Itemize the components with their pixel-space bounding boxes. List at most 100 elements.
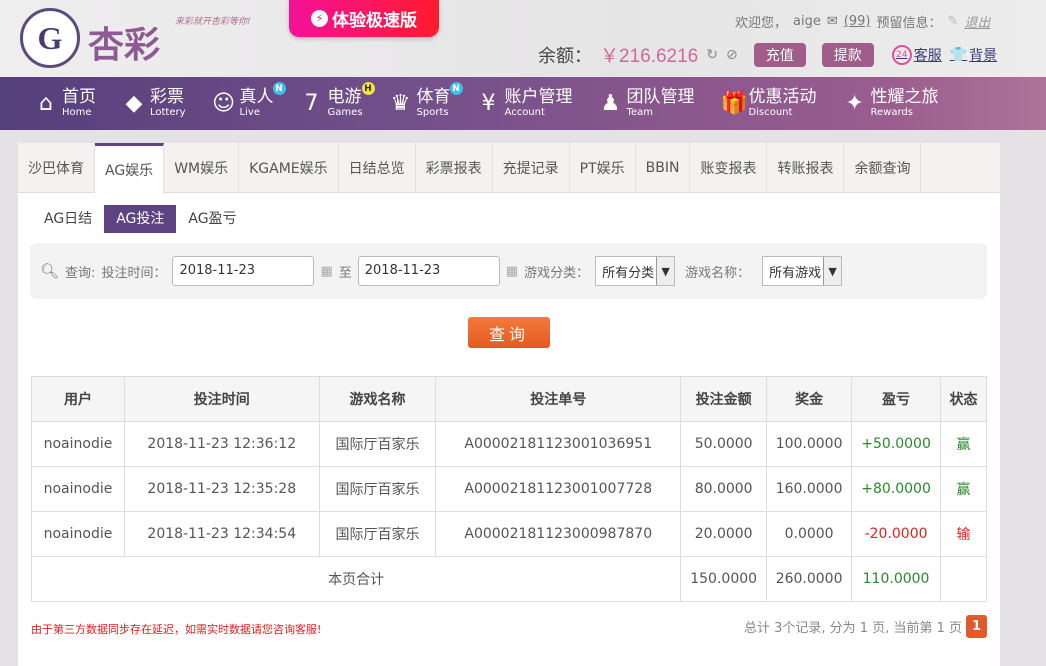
hide-icon[interactable]: ⊘ xyxy=(726,47,738,63)
table-row: noainodie 2018-11-23 12:34:54 国际厅百家乐 A00002… xyxy=(31,511,987,557)
delay-notice: 由于第三方数据同步存在延迟，如需实时数据请您咨询客服! xyxy=(31,623,322,636)
nav-sublabel: Lottery xyxy=(150,107,186,118)
nav-label: 账户管理 xyxy=(504,87,573,107)
tab-10[interactable]: 转账报表 xyxy=(767,143,845,192)
table-cell: 2018-11-23 12:36:12 xyxy=(123,421,320,467)
column-header: 状态 xyxy=(940,376,987,422)
slogan: 来彩就开杏彩等你! xyxy=(175,17,251,27)
table-cell: 100.0000 xyxy=(766,421,853,467)
nav-item-games[interactable]: 7 电游 Games H xyxy=(300,77,375,130)
column-header: 盈亏 xyxy=(851,376,942,422)
tab-11[interactable]: 余额查询 xyxy=(844,143,922,192)
mail-icon[interactable]: ✉ xyxy=(827,14,838,29)
shirt-icon: 👕 xyxy=(949,46,968,63)
table-cell: 2018-11-23 12:35:28 xyxy=(123,466,320,512)
balance-value: ￥216.6216 xyxy=(600,46,699,67)
tab-7[interactable]: PT娱乐 xyxy=(570,143,636,192)
game-name-value: 所有游戏 xyxy=(769,265,822,281)
main-nav: ⌂ 首页 Home ◆ 彩票 Lottery ☺ 真人 Live N 7 电游 Games H ♛ 体育 Spo… xyxy=(0,77,1046,130)
nav-label: 电游 xyxy=(327,87,362,107)
background-link[interactable]: 👕 背景 xyxy=(950,45,997,65)
subtab-ag-bets[interactable]: AG投注 xyxy=(104,205,177,233)
nav-item-discount[interactable]: 🎁 优惠活动 Discount xyxy=(721,77,817,130)
tab-6[interactable]: 充提记录 xyxy=(493,143,570,192)
nav-label: 首页 xyxy=(62,87,96,107)
account-icon: ¥ xyxy=(481,91,496,116)
search-icon: 🔍︎ xyxy=(40,262,60,280)
reserve-info-label: 预留信息： xyxy=(876,16,942,31)
withdraw-button[interactable]: 提款 xyxy=(821,42,874,67)
search-button[interactable]: 查询 xyxy=(468,317,550,348)
refresh-icon[interactable]: ↻ xyxy=(706,47,718,63)
nav-item-lottery[interactable]: ◆ 彩票 Lottery xyxy=(122,77,186,130)
table-cell: -20.0000 xyxy=(851,511,942,557)
table-cell: noainodie xyxy=(31,511,125,557)
table-cell: 输 xyxy=(940,511,987,557)
fast-version-label: 体验极速版 xyxy=(332,11,417,31)
nav-item-team[interactable]: ♟ 团队管理 Team xyxy=(599,77,695,130)
games-icon: 7 xyxy=(304,91,319,116)
nav-item-account[interactable]: ¥ 账户管理 Account xyxy=(477,77,573,130)
table-cell: A00002181123001036951 xyxy=(435,421,682,467)
category-value: 所有分类 xyxy=(602,265,655,281)
nav-label: 优惠活动 xyxy=(748,87,817,107)
table-cell: 50.0000 xyxy=(680,421,768,467)
home-icon: ⌂ xyxy=(39,91,53,116)
nav-sublabel: Home xyxy=(62,107,92,118)
content-panel: 沙巴体育 AG娱乐 WM娱乐 KGAME娱乐 日结总览 彩票报表 充提记录 PT娱乐 BBIN 账… xyxy=(18,143,1000,666)
fast-version-button[interactable]: ⚡ 体验极速版 xyxy=(289,0,439,37)
live-icon: ☺ xyxy=(212,91,236,116)
total-bet: 150.0000 xyxy=(680,556,768,602)
badge-n: N xyxy=(272,82,286,95)
tab-5[interactable]: 彩票报表 xyxy=(416,143,493,192)
tab-8[interactable]: BBIN xyxy=(636,143,691,192)
edit-icon[interactable]: ✎ xyxy=(947,14,958,29)
nav-sublabel: Live xyxy=(239,107,260,118)
subtab-ag-profit[interactable]: AG盈亏 xyxy=(176,205,248,233)
support-24-icon: 24 xyxy=(891,44,912,65)
tab-4[interactable]: 日结总览 xyxy=(339,143,416,192)
chevron-down-icon: ▼ xyxy=(823,257,842,285)
table-row: noainodie 2018-11-23 12:35:28 国际厅百家乐 A00002… xyxy=(31,466,987,512)
table-cell: 0.0000 xyxy=(766,511,853,557)
table-cell: 160.0000 xyxy=(766,466,853,512)
logo[interactable]: G xyxy=(20,8,80,68)
start-date-input[interactable]: 2018-11-23 xyxy=(172,256,315,286)
nav-item-home[interactable]: ⌂ 首页 Home xyxy=(34,77,96,130)
table-cell: +80.0000 xyxy=(851,466,942,512)
game-name-select[interactable]: 所有游戏 ▼ xyxy=(762,256,843,286)
tab-1[interactable]: AG娱乐 xyxy=(95,143,165,194)
deposit-button[interactable]: 充值 xyxy=(753,42,806,67)
pagination: 总计 3个记录, 分为 1 页, 当前第 1 页 1 xyxy=(744,615,987,638)
calendar-icon[interactable]: ▦ xyxy=(320,264,332,279)
table-cell: 赢 xyxy=(940,466,987,512)
column-header: 奖金 xyxy=(766,376,853,422)
logout-link[interactable]: 退出 xyxy=(964,12,990,31)
nav-sublabel: Games xyxy=(327,107,363,118)
nav-sublabel: Team xyxy=(626,107,653,118)
tab-3[interactable]: KGAME娱乐 xyxy=(239,143,339,192)
tab-2[interactable]: WM娱乐 xyxy=(164,143,240,192)
subtab-ag-daily[interactable]: AG日结 xyxy=(32,205,104,233)
sports-icon: ♛ xyxy=(390,91,411,116)
tab-0[interactable]: 沙巴体育 xyxy=(18,143,95,192)
nav-item-live[interactable]: ☺ 真人 Live N xyxy=(212,77,286,130)
tab-9[interactable]: 账变报表 xyxy=(690,143,768,192)
table-cell: 2018-11-23 12:34:54 xyxy=(123,511,320,557)
service-link[interactable]: 24 客服 xyxy=(891,44,942,65)
end-date-input[interactable]: 2018-11-23 xyxy=(357,256,500,286)
brand-name: 杏彩 xyxy=(88,25,161,66)
total-row: 本页合计 150.0000 260.0000 110.0000 xyxy=(30,556,987,602)
nav-label: 团队管理 xyxy=(626,87,695,107)
game-name-label: 游戏名称： xyxy=(685,265,751,281)
calendar-icon[interactable]: ▦ xyxy=(506,264,518,279)
nav-item-sports[interactable]: ♛ 体育 Sports N xyxy=(389,77,463,130)
bets-table: 用户 投注时间 游戏名称 投注单号 投注金额 奖金 盈亏 状态 noainodie 2018-1… xyxy=(30,376,987,602)
messages-link[interactable]: (99) xyxy=(844,14,871,29)
nav-item-rewards[interactable]: ✦ 性耀之旅 Rewards xyxy=(843,77,938,130)
page-1-button[interactable]: 1 xyxy=(966,615,987,638)
nav-label: 体育 xyxy=(416,87,451,107)
category-select[interactable]: 所有分类 ▼ xyxy=(595,256,676,286)
total-label: 本页合计 xyxy=(30,556,682,602)
service-label: 客服 xyxy=(913,47,942,64)
